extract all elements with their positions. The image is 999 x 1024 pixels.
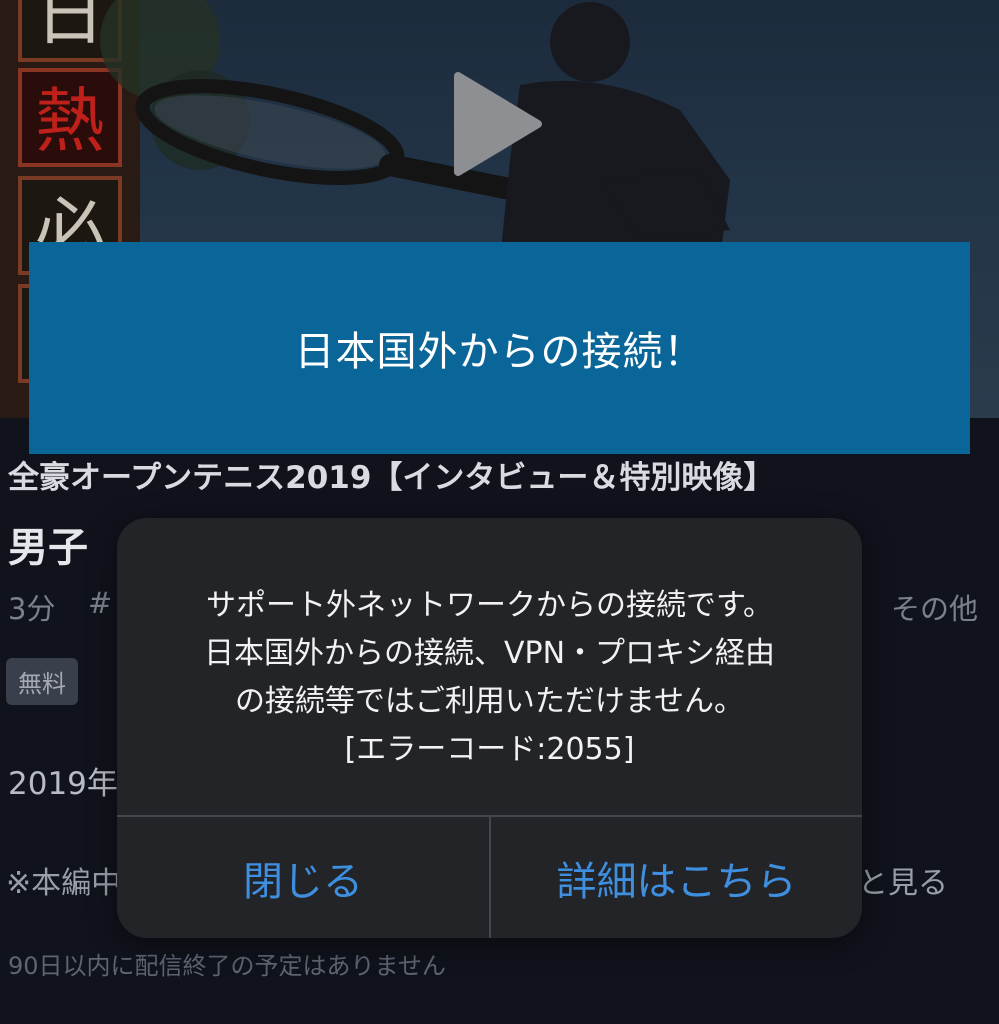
alert-line-1: サポート外ネットワークからの接続です。 [206, 588, 773, 623]
signboard-char-1: 日 [35, 0, 105, 55]
play-icon[interactable] [450, 72, 546, 176]
signboard-char-2: 熱 [35, 80, 105, 162]
alert-error-code: [エラーコード:2055] [344, 732, 635, 767]
expiry-notice: 90日以内に配信終了の予定はありません [8, 952, 446, 980]
close-button[interactable]: 閉じる [117, 817, 489, 938]
watch-link[interactable]: と見る [858, 858, 948, 902]
page: 日 熱 必 日本国外からの接続！ 全豪オープンテニス2019【インタビュー＆特別… [0, 0, 999, 1024]
alert-message: サポート外ネットワークからの接続です。 日本国外からの接続、VPN・プロキシ経由… [117, 582, 862, 774]
banner-text: 日本国外からの接続！ [294, 329, 705, 375]
alert-line-2: 日本国外からの接続、VPN・プロキシ経由 [203, 636, 776, 671]
alert-line-3: の接続等ではご利用いただけません。 [234, 684, 745, 719]
overseas-connection-banner: 日本国外からの接続！ [29, 242, 970, 454]
episode-title: 男子 [8, 525, 88, 571]
details-button[interactable]: 詳細はこちら [491, 817, 862, 938]
broadcast-date: 2019年 [8, 766, 118, 802]
error-alert-dialog: サポート外ネットワークからの接続です。 日本国外からの接続、VPN・プロキシ経由… [117, 518, 862, 938]
more-tags-link[interactable]: その他 [891, 586, 978, 628]
series-title: 全豪オープンテニス2019【インタビュー＆特別映像】 [8, 460, 775, 496]
hashtag-link[interactable]: # [88, 586, 112, 620]
free-badge: 無料 [6, 658, 78, 705]
note-text: ※本編中 [6, 866, 122, 901]
duration-text: 3分 [8, 592, 56, 626]
